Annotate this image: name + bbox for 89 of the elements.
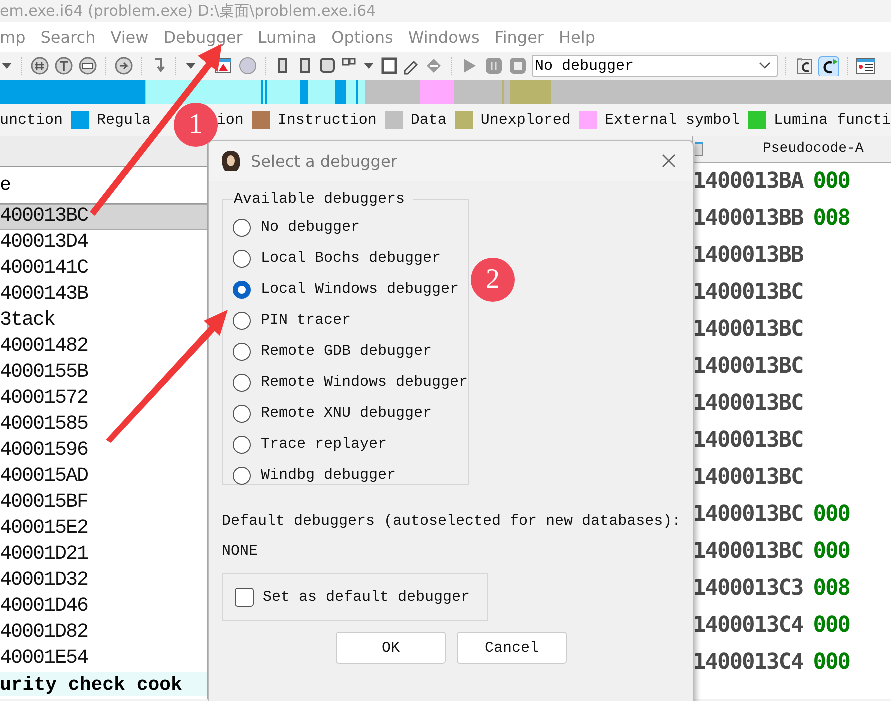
list-row[interactable]: 40001572 bbox=[0, 386, 207, 412]
radio-option[interactable]: Local Windows debugger bbox=[233, 274, 468, 305]
list-row[interactable]: 400015BF bbox=[0, 490, 207, 516]
close-icon[interactable] bbox=[661, 153, 677, 169]
menu-item[interactable]: View bbox=[110, 28, 149, 46]
description-text: Default debuggers (autoselected for new databases): bbox=[222, 512, 682, 532]
legend-label: Unexplored bbox=[480, 112, 571, 128]
address: 1400013BC bbox=[693, 391, 804, 416]
legend-label: Instruction bbox=[278, 112, 377, 128]
radio-option[interactable]: Trace replayer bbox=[233, 429, 468, 460]
stop-icon[interactable] bbox=[508, 56, 528, 76]
window-title: em.exe.i64 (problem.exe) D:\桌面\problem.exe.i64 bbox=[0, 2, 376, 20]
menu-item[interactable]: Finger bbox=[494, 28, 544, 46]
dialog-button[interactable]: Cancel bbox=[457, 632, 567, 664]
address: 1400013C4 bbox=[693, 613, 804, 638]
chevron-icon bbox=[759, 62, 771, 70]
hash-icon[interactable] bbox=[30, 56, 50, 76]
radio-option[interactable]: Local Bochs debugger bbox=[233, 243, 468, 274]
hex-bytes: 000 bbox=[813, 169, 850, 194]
pause-icon[interactable] bbox=[484, 56, 504, 76]
radio-option[interactable]: Windbg debugger bbox=[233, 460, 468, 491]
list-row[interactable]: 40001D82 bbox=[0, 620, 207, 646]
address: 1400013BC bbox=[693, 502, 804, 527]
menu-item[interactable]: mp bbox=[0, 28, 26, 46]
menu-item[interactable]: Options bbox=[332, 28, 394, 46]
avatar-icon bbox=[221, 150, 241, 172]
radio-option[interactable]: No debugger bbox=[233, 212, 468, 243]
menu-item[interactable]: Lumina bbox=[258, 28, 317, 46]
menu-item[interactable]: Windows bbox=[408, 28, 480, 46]
address: 1400013BB bbox=[693, 206, 804, 231]
hex-bytes: 000 bbox=[813, 539, 850, 564]
legend-label: unction bbox=[0, 112, 64, 128]
list-row[interactable]: 40001D21 bbox=[0, 542, 207, 568]
hex-bytes: 008 bbox=[813, 206, 850, 231]
address: 1400013C3 bbox=[693, 576, 804, 601]
value-text: NONE bbox=[222, 542, 260, 562]
code-icon[interactable] bbox=[794, 56, 814, 76]
list-row[interactable]: 400013D4 bbox=[0, 230, 207, 256]
square-icon[interactable] bbox=[380, 56, 398, 76]
document-icon bbox=[695, 142, 703, 156]
legend-label: ion bbox=[216, 112, 244, 128]
list-row[interactable]: 40001596 bbox=[0, 438, 207, 464]
hex-bytes: 008 bbox=[813, 576, 850, 601]
dialog-title: Select a debugger bbox=[251, 152, 398, 170]
debugger-dropdown[interactable]: No debugger bbox=[532, 55, 778, 77]
dialog-button[interactable]: OK bbox=[336, 632, 446, 664]
code-run-icon[interactable] bbox=[818, 56, 840, 76]
box-icon[interactable] bbox=[78, 56, 98, 76]
list-row[interactable]: 400015AD bbox=[0, 464, 207, 490]
list-row[interactable]: 400013BC bbox=[0, 204, 207, 230]
address: 1400013BC bbox=[693, 465, 804, 490]
list-row[interactable]: 400015E2 bbox=[0, 516, 207, 542]
radio-option[interactable]: Remote GDB debugger bbox=[233, 336, 468, 367]
address: 1400013C4 bbox=[693, 650, 804, 675]
address: 1400013BC bbox=[693, 428, 804, 453]
address: 1400013BC bbox=[693, 317, 804, 342]
list-row[interactable]: 4000141C bbox=[0, 256, 207, 282]
hex-bytes: 000 bbox=[813, 502, 850, 527]
list-row[interactable]: 4000155B bbox=[0, 360, 207, 386]
list-row[interactable]: 4000143B bbox=[0, 282, 207, 308]
address: 1400013BC bbox=[693, 280, 804, 305]
menu-item[interactable]: Debugger bbox=[164, 28, 243, 46]
group-title: Available debuggers bbox=[233, 191, 406, 208]
hex-bytes: 000 bbox=[813, 650, 850, 675]
radio-option[interactable]: Remote XNU debugger bbox=[233, 398, 468, 429]
radio-option[interactable]: PIN tracer bbox=[233, 305, 468, 336]
legend-label: Lumina functi bbox=[774, 112, 891, 128]
list-row[interactable]: 40001D46 bbox=[0, 594, 207, 620]
address: 1400013BA bbox=[693, 169, 804, 194]
list-row[interactable]: 3tack bbox=[0, 308, 207, 334]
legend-label: Regula bbox=[97, 112, 152, 128]
circle-icon[interactable] bbox=[238, 56, 258, 76]
list-row[interactable]: 40001482 bbox=[0, 334, 207, 360]
legend-label: External symbol bbox=[604, 112, 740, 128]
hex-bytes: 000 bbox=[813, 613, 850, 638]
frame-icon[interactable] bbox=[318, 56, 336, 76]
address: 1400013BC bbox=[693, 539, 804, 564]
menu-item[interactable]: Help bbox=[559, 28, 596, 46]
address: 1400013BC bbox=[693, 354, 804, 379]
radio-option[interactable]: Remote Windows debugger bbox=[233, 367, 468, 398]
list-icon[interactable] bbox=[856, 56, 876, 76]
text-icon[interactable] bbox=[54, 56, 74, 76]
column-header[interactable]: e bbox=[0, 174, 12, 196]
list-row[interactable]: 40001585 bbox=[0, 412, 207, 438]
address: 1400013BB bbox=[693, 243, 804, 268]
menu-item[interactable]: Search bbox=[40, 28, 96, 46]
list-row[interactable]: 40001E54 bbox=[0, 646, 207, 672]
list-row[interactable]: 40001D32 bbox=[0, 568, 207, 594]
legend-label: Data bbox=[410, 112, 447, 128]
